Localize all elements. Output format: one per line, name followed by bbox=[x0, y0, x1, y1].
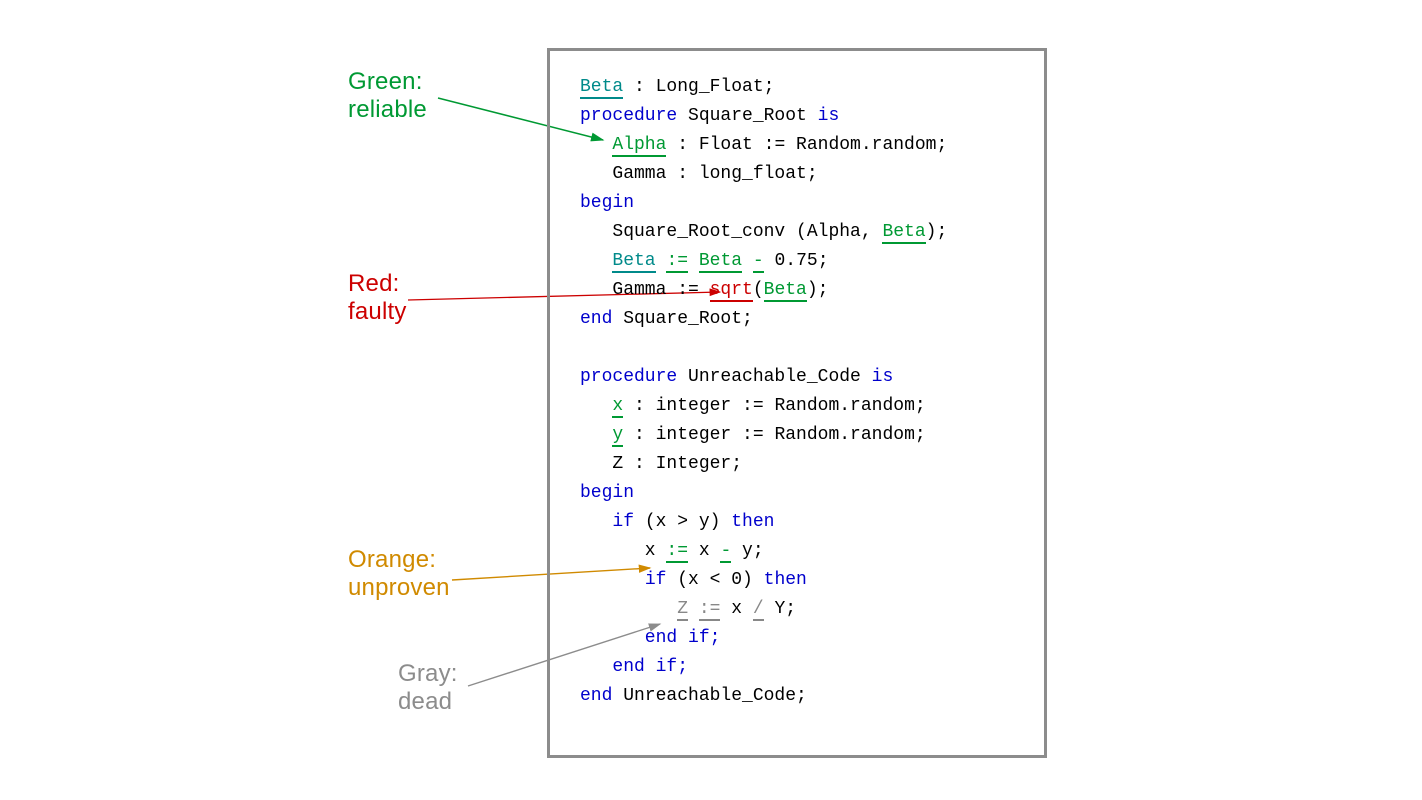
tok-x: x bbox=[612, 396, 623, 418]
tok-gamma-lpar: ( bbox=[753, 280, 764, 300]
tok-assign-beta1: Beta bbox=[612, 251, 655, 273]
sp2 bbox=[688, 251, 699, 271]
tok-proc2-name: Unreachable_Code bbox=[677, 367, 871, 387]
label-red-line2: faulty bbox=[348, 298, 407, 325]
tok-z-tail: Y; bbox=[764, 599, 796, 619]
tok-gamma-rpar: ); bbox=[807, 280, 829, 300]
tok-xminus-pre: x bbox=[580, 541, 666, 561]
tok-end-proc2: Unreachable_Code; bbox=[612, 686, 806, 706]
label-orange: Orange: unproven bbox=[348, 546, 450, 602]
label-orange-line1: Orange: bbox=[348, 546, 436, 573]
label-gray-line2: dead bbox=[398, 688, 452, 715]
tok-if2-cond: (x < 0) bbox=[666, 570, 763, 590]
tok-xminus-minus: - bbox=[720, 541, 731, 563]
tok-alpha: Alpha bbox=[612, 135, 666, 157]
diagram-stage: Green: reliable Red: faulty Orange: unpr… bbox=[0, 0, 1422, 800]
tok-sqrt: sqrt bbox=[710, 280, 753, 302]
tok-gamma-decl: Gamma : long_float; bbox=[580, 164, 818, 184]
tok-call-beta: Beta bbox=[882, 222, 925, 244]
label-red-line1: Red: bbox=[348, 270, 400, 297]
tok-y-rest: : integer := Random.random; bbox=[623, 425, 925, 445]
kw-end-1: end bbox=[580, 309, 612, 329]
kw-procedure-2: procedure bbox=[580, 367, 677, 387]
sp1 bbox=[656, 251, 667, 271]
tok-beta-decl-rest: : Long_Float; bbox=[623, 77, 774, 97]
sp3 bbox=[742, 251, 753, 271]
tok-proc1-name: Square_Root bbox=[677, 106, 817, 126]
kw-procedure-1: procedure bbox=[580, 106, 677, 126]
tok-call-post: ); bbox=[926, 222, 948, 242]
kw-end-2: end bbox=[580, 686, 612, 706]
kw-if-1: if bbox=[612, 512, 634, 532]
kw-is-1: is bbox=[818, 106, 840, 126]
label-green-line1: Green: bbox=[348, 68, 423, 95]
tok-gamma-beta: Beta bbox=[764, 280, 807, 302]
label-gray: Gray: dead bbox=[398, 660, 458, 716]
tok-z-mid: x bbox=[720, 599, 752, 619]
tok-z-decl: Z : Integer; bbox=[580, 454, 742, 474]
kw-then-1: then bbox=[731, 512, 774, 532]
label-red: Red: faulty bbox=[348, 270, 407, 326]
tok-beta-decl: Beta bbox=[580, 77, 623, 99]
kw-begin-2: begin bbox=[580, 483, 634, 503]
tok-assign-tail: 0.75; bbox=[764, 251, 829, 271]
label-green: Green: reliable bbox=[348, 68, 427, 124]
kw-endif-2: end if; bbox=[580, 657, 688, 677]
kw-begin-1: begin bbox=[580, 193, 634, 213]
tok-x-rest: : integer := Random.random; bbox=[623, 396, 925, 416]
code-box: Beta : Long_Float; procedure Square_Root… bbox=[547, 48, 1047, 758]
tok-assign-minus: - bbox=[753, 251, 764, 273]
tok-assign-ce: := bbox=[666, 251, 688, 273]
kw-then-2: then bbox=[764, 570, 807, 590]
tok-if1-cond: (x > y) bbox=[634, 512, 731, 532]
tok-end-proc1: Square_Root; bbox=[612, 309, 752, 329]
code-listing: Beta : Long_Float; procedure Square_Root… bbox=[580, 73, 1024, 711]
kw-is-2: is bbox=[872, 367, 894, 387]
label-gray-line1: Gray: bbox=[398, 660, 458, 687]
tok-z-ce: := bbox=[699, 599, 721, 621]
tok-xminus-mid: x bbox=[688, 541, 720, 561]
tok-assign-beta2: Beta bbox=[699, 251, 742, 273]
tok-xminus-tail: y; bbox=[731, 541, 763, 561]
kw-if-2: if bbox=[645, 570, 667, 590]
tok-alpha-rest: : Float := Random.random; bbox=[666, 135, 947, 155]
tok-gamma-pre: Gamma := bbox=[580, 280, 710, 300]
label-orange-line2: unproven bbox=[348, 574, 450, 601]
tok-xminus-ce: := bbox=[666, 541, 688, 563]
tok-call-pre: Square_Root_conv (Alpha, bbox=[580, 222, 882, 242]
tok-z-var: Z bbox=[677, 599, 688, 621]
kw-endif-1: end if; bbox=[580, 628, 720, 648]
tok-z-div: / bbox=[753, 599, 764, 621]
tok-y: y bbox=[612, 425, 623, 447]
label-green-line2: reliable bbox=[348, 96, 427, 123]
sp-z1 bbox=[688, 599, 699, 619]
